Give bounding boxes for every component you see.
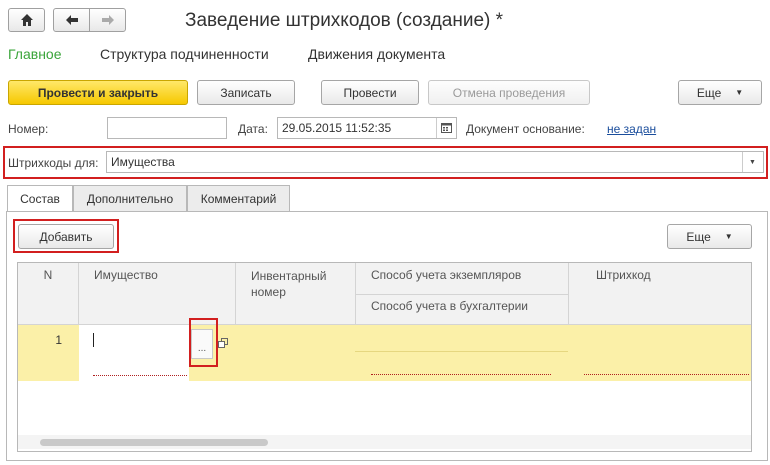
- date-field[interactable]: 29.05.2015 11:52:35: [277, 117, 457, 139]
- property-cell-editor[interactable]: [79, 325, 189, 381]
- forward-button[interactable]: [89, 8, 126, 32]
- home-button[interactable]: [8, 8, 45, 32]
- date-label: Дата:: [238, 122, 268, 136]
- tab-comment[interactable]: Комментарий: [187, 185, 290, 212]
- save-button[interactable]: Записать: [197, 80, 295, 105]
- chevron-down-icon: ▼: [735, 88, 744, 97]
- add-button[interactable]: Добавить: [18, 224, 114, 249]
- barcodes-for-value: Имущества: [111, 155, 175, 169]
- table-more-button[interactable]: Еще ▼: [667, 224, 752, 249]
- column-header-barcode[interactable]: Штрихкод: [568, 263, 751, 325]
- nav-tab-structure[interactable]: Структура подчиненности: [100, 46, 269, 62]
- nav-tab-movements[interactable]: Движения документа: [308, 46, 445, 62]
- barcodes-for-select[interactable]: Имущества: [106, 151, 764, 173]
- back-button[interactable]: [53, 8, 90, 32]
- basis-label: Документ основание:: [466, 122, 585, 136]
- unpost-button[interactable]: Отмена проведения: [428, 80, 590, 105]
- open-window-icon[interactable]: [218, 337, 228, 348]
- column-header-method-instances[interactable]: Способ учета экземпляров: [355, 263, 568, 294]
- basis-link[interactable]: не задан: [607, 122, 656, 136]
- barcodes-for-label: Штрихкоды для:: [8, 156, 99, 170]
- required-underline: [93, 375, 187, 376]
- number-label: Номер:: [8, 122, 49, 136]
- more-button[interactable]: Еще ▼: [678, 80, 762, 105]
- date-value: 29.05.2015 11:52:35: [282, 121, 392, 135]
- text-cursor: [93, 333, 94, 347]
- more-label: Еще: [696, 85, 722, 100]
- row-number: 1: [55, 333, 62, 347]
- table-more-label: Еще: [686, 229, 711, 244]
- column-header-inventory[interactable]: Инвентарный номер: [235, 263, 355, 325]
- table-row[interactable]: 1 ...: [18, 325, 751, 381]
- post-button[interactable]: Провести: [321, 80, 419, 105]
- arrow-left-icon: [65, 15, 78, 25]
- horizontal-scrollbar[interactable]: [18, 435, 751, 449]
- calendar-icon[interactable]: [436, 118, 456, 138]
- nav-tab-main[interactable]: Главное: [8, 46, 62, 62]
- scrollbar-thumb[interactable]: [40, 439, 268, 446]
- required-underline: [584, 374, 749, 375]
- header-divider: [355, 294, 568, 295]
- chevron-down-icon: ▼: [724, 232, 733, 241]
- window-title: Заведение штрихкодов (создание) *: [185, 10, 504, 31]
- column-header-n[interactable]: N: [18, 263, 78, 325]
- arrow-right-icon: [101, 15, 114, 25]
- column-header-method-accounting[interactable]: Способ учета в бухгалтерии: [355, 294, 568, 325]
- tab-composition[interactable]: Состав: [7, 185, 73, 212]
- row-divider: [355, 351, 568, 352]
- required-underline: [371, 374, 551, 375]
- choose-button-highlight: [189, 318, 218, 367]
- post-and-close-button[interactable]: Провести и закрыть: [8, 80, 188, 105]
- tab-additional[interactable]: Дополнительно: [73, 185, 187, 212]
- items-table: N Имущество Инвентарный номер Способ уче…: [17, 262, 752, 452]
- column-header-property[interactable]: Имущество: [78, 263, 235, 325]
- chevron-down-icon[interactable]: ▼: [742, 152, 762, 172]
- home-icon: [20, 14, 33, 26]
- number-field[interactable]: [107, 117, 227, 139]
